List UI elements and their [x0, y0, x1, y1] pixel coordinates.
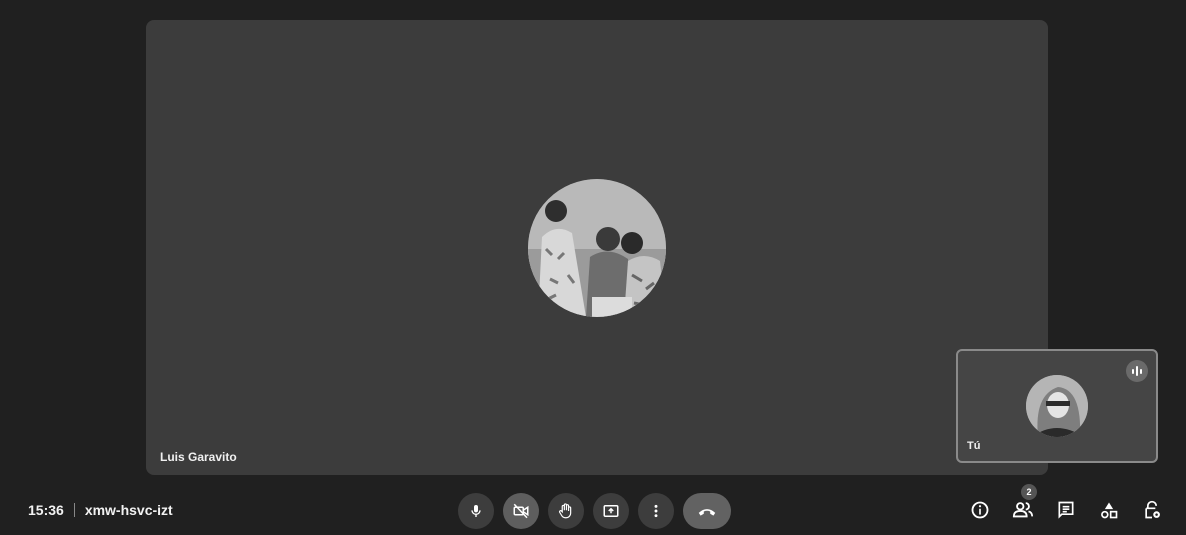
raise-hand-button[interactable] [548, 493, 584, 529]
main-participant-tile[interactable]: Luis Garavito [146, 20, 1048, 475]
meeting-info: 15:36 xmw-hsvc-izt [28, 502, 173, 518]
host-controls-icon [1145, 500, 1160, 519]
side-actions: 2 [968, 484, 1164, 522]
hand-icon [559, 503, 572, 519]
camera-button[interactable] [503, 493, 539, 529]
meeting-window: Luis Garavito Tú 15:36 xmw-hsvc-izt 2 [0, 0, 1186, 535]
self-avatar [1026, 375, 1088, 437]
chat-button[interactable] [1054, 498, 1078, 522]
main-participant-name: Luis Garavito [160, 450, 237, 464]
info-icon [971, 501, 989, 519]
activities-icon [1101, 502, 1118, 519]
leave-call-button[interactable] [683, 493, 731, 529]
call-controls [458, 493, 731, 529]
meeting-code: xmw-hsvc-izt [84, 502, 173, 518]
microphone-button[interactable] [458, 493, 494, 529]
activities-button[interactable] [1097, 498, 1121, 522]
chat-icon [1058, 501, 1074, 519]
self-view-name: Tú [967, 440, 981, 452]
clock-time: 15:36 [28, 502, 64, 518]
participants-button[interactable]: 2 [1011, 484, 1037, 522]
microphone-icon [471, 505, 481, 517]
present-screen-icon [603, 505, 619, 517]
more-options-button[interactable] [638, 493, 674, 529]
meeting-details-button[interactable] [968, 498, 992, 522]
info-separator [73, 503, 75, 517]
audio-level-icon [1126, 360, 1148, 382]
present-screen-button[interactable] [593, 493, 629, 529]
main-participant-avatar [528, 179, 666, 317]
participants-count-badge: 2 [1021, 484, 1037, 500]
phone-hangup-icon [698, 509, 716, 516]
camera-off-icon [513, 503, 529, 519]
host-controls-button[interactable] [1140, 498, 1164, 522]
self-view-tile[interactable]: Tú [956, 349, 1158, 463]
people-icon [1012, 502, 1034, 518]
more-vert-icon [654, 504, 658, 518]
